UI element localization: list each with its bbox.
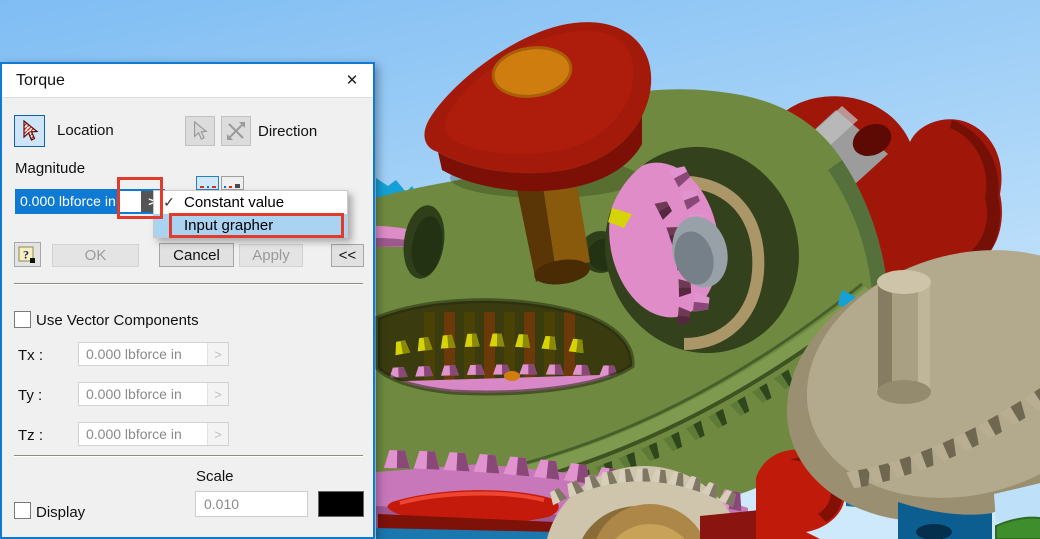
graph-ticks-icon xyxy=(200,186,216,188)
color-swatch-button[interactable] xyxy=(318,491,364,517)
tx-value: 0.000 lbforce in xyxy=(86,346,182,362)
scale-input[interactable] xyxy=(195,491,308,517)
cursor-arrow-icon xyxy=(194,120,208,140)
magnitude-label: Magnitude xyxy=(15,160,86,177)
use-vector-components-label: Use Vector Components xyxy=(36,312,199,329)
tx-label: Tx : xyxy=(18,347,43,364)
collapse-button[interactable]: << xyxy=(331,244,364,267)
close-icon[interactable]: ✕ xyxy=(341,70,363,92)
ty-value: 0.000 lbforce in xyxy=(86,386,182,402)
use-vector-components-checkbox[interactable] xyxy=(14,311,31,328)
dialog-title: Torque xyxy=(16,72,65,89)
ty-expand-button[interactable]: > xyxy=(207,383,228,405)
app-window: Torque ✕ Location Direction Magnitude 0.… xyxy=(0,0,1040,539)
menu-item-label: Constant value xyxy=(184,194,285,211)
ty-label: Ty : xyxy=(18,387,43,404)
direction-label: Direction xyxy=(258,123,318,140)
svg-text:?: ? xyxy=(23,248,29,262)
apply-button[interactable]: Apply xyxy=(239,244,303,267)
tz-label: Tz : xyxy=(18,427,43,444)
scale-label: Scale xyxy=(196,468,234,485)
direction-flip-button[interactable] xyxy=(221,116,251,146)
cancel-button[interactable]: Cancel xyxy=(159,243,234,267)
torque-dialog: Torque ✕ Location Direction Magnitude 0.… xyxy=(0,62,375,539)
dialog-titlebar: Torque ✕ xyxy=(2,64,373,98)
mini-graph-button-constant[interactable] xyxy=(196,176,219,190)
display-label: Display xyxy=(36,504,86,521)
divider xyxy=(14,283,363,285)
annotation-expand-button-highlight xyxy=(117,177,163,219)
location-label: Location xyxy=(57,122,114,139)
location-select-button[interactable] xyxy=(14,115,45,147)
graph-ticks-icon xyxy=(224,184,240,188)
ty-input[interactable]: 0.000 lbforce in > xyxy=(78,382,229,406)
tx-expand-button[interactable]: > xyxy=(207,343,228,365)
tz-value: 0.000 lbforce in xyxy=(86,426,182,442)
direction-select-button[interactable] xyxy=(185,116,215,146)
tz-input[interactable]: 0.000 lbforce in > xyxy=(78,422,229,446)
tz-expand-button[interactable]: > xyxy=(207,423,228,445)
annotation-input-grapher-highlight xyxy=(169,213,344,238)
divider xyxy=(14,455,363,457)
flip-arrows-icon xyxy=(227,122,245,140)
help-button[interactable]: ? xyxy=(14,242,41,267)
magnitude-value: 0.000 lbforce in xyxy=(17,191,119,212)
help-icon: ? xyxy=(18,246,35,263)
display-checkbox[interactable] xyxy=(14,502,31,519)
cursor-arrow-icon xyxy=(22,119,39,141)
ok-button[interactable]: OK xyxy=(52,244,139,267)
mini-graph-button-grapher[interactable] xyxy=(221,176,244,190)
tx-input[interactable]: 0.000 lbforce in > xyxy=(78,342,229,366)
menu-item-constant-value[interactable]: ✓ Constant value xyxy=(154,191,347,214)
